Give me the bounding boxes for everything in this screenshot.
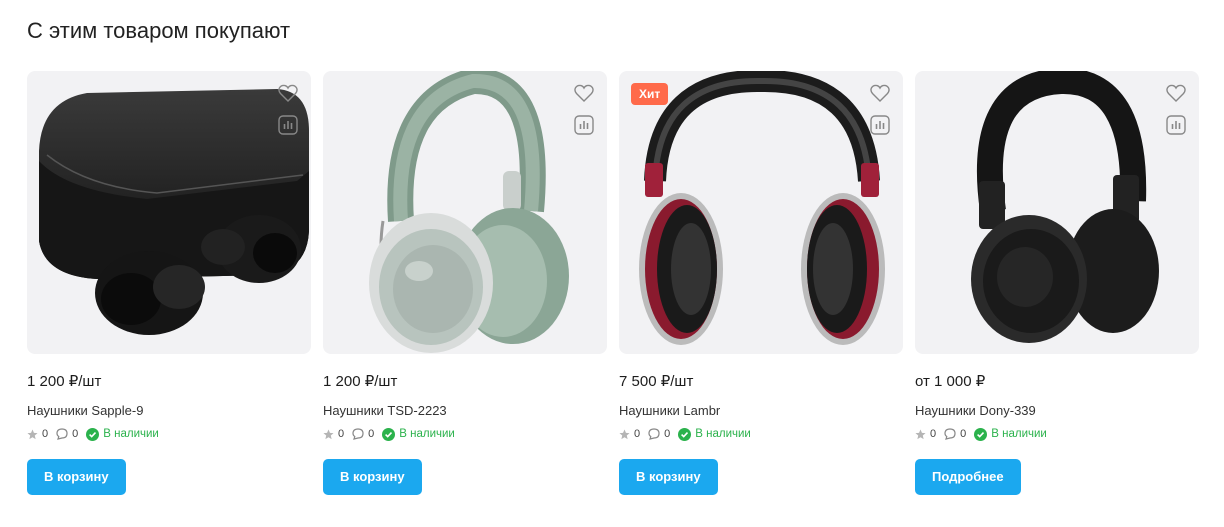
- comment-icon: [352, 428, 364, 440]
- product-image[interactable]: [323, 71, 607, 354]
- rating-value: 0: [42, 428, 49, 440]
- product-name[interactable]: Наушники Sapple-9: [27, 403, 311, 419]
- details-button[interactable]: Подробнее: [915, 459, 1021, 495]
- product-card: от 1 000 ₽ Наушники Dony-339 0 0 В налич…: [915, 71, 1199, 495]
- stock-status: В наличии: [382, 427, 455, 441]
- compare-icon[interactable]: [277, 114, 299, 136]
- rating: 0: [27, 428, 48, 440]
- add-to-cart-button[interactable]: В корзину: [323, 459, 422, 495]
- star-icon: [27, 428, 38, 439]
- product-meta: 0 0 В наличии: [27, 427, 311, 441]
- product-name[interactable]: Наушники TSD-2223: [323, 403, 607, 419]
- product-name[interactable]: Наушники Dony-339: [915, 403, 1199, 419]
- stock-status: В наличии: [678, 427, 751, 441]
- product-card: 1 200 ₽/шт Наушники TSD-2223 0 0 В налич…: [323, 71, 607, 495]
- check-circle-icon: [382, 427, 396, 441]
- reviews: 0: [352, 428, 374, 440]
- star-icon: [323, 428, 334, 439]
- comment-icon: [56, 428, 68, 440]
- reviews: 0: [944, 428, 966, 440]
- product-meta: 0 0 В наличии: [915, 427, 1199, 441]
- comment-icon: [648, 428, 660, 440]
- rating-value: 0: [930, 428, 937, 440]
- add-to-cart-button[interactable]: В корзину: [27, 459, 126, 495]
- section-title: С этим товаром покупают: [27, 18, 291, 43]
- headphones-image: [369, 71, 569, 353]
- comment-icon: [944, 428, 956, 440]
- product-list: 1 200 ₽/шт Наушники Sapple-9 0 0 В налич…: [27, 71, 1199, 495]
- product-image[interactable]: [27, 71, 311, 354]
- product-image[interactable]: [915, 71, 1199, 354]
- headphones-image: [639, 71, 885, 345]
- rating: 0: [619, 428, 640, 440]
- rating-value: 0: [338, 428, 345, 440]
- star-icon: [915, 428, 926, 439]
- star-icon: [619, 428, 630, 439]
- product-card: 1 200 ₽/шт Наушники Sapple-9 0 0 В налич…: [27, 71, 311, 495]
- heart-icon[interactable]: [573, 82, 595, 104]
- heart-icon[interactable]: [277, 82, 299, 104]
- reviews-count: 0: [664, 428, 671, 440]
- rating-value: 0: [634, 428, 641, 440]
- product-meta: 0 0 В наличии: [619, 427, 903, 441]
- stock-status: В наличии: [974, 427, 1047, 441]
- product-price: 1 200 ₽/шт: [27, 373, 102, 390]
- reviews: 0: [648, 428, 670, 440]
- product-meta: 0 0 В наличии: [323, 427, 607, 441]
- earbuds-image: [39, 89, 309, 335]
- stock-status: В наличии: [86, 427, 159, 441]
- check-circle-icon: [974, 427, 988, 441]
- reviews-count: 0: [72, 428, 79, 440]
- compare-icon[interactable]: [573, 114, 595, 136]
- add-to-cart-button[interactable]: В корзину: [619, 459, 718, 495]
- product-price: от 1 000 ₽: [915, 373, 986, 390]
- rating: 0: [323, 428, 344, 440]
- reviews-count: 0: [368, 428, 375, 440]
- check-circle-icon: [86, 427, 100, 441]
- compare-icon[interactable]: [1165, 114, 1187, 136]
- product-price: 1 200 ₽/шт: [323, 373, 398, 390]
- product-image[interactable]: Хит: [619, 71, 903, 354]
- heart-icon[interactable]: [869, 82, 891, 104]
- headphones-image: [971, 71, 1159, 343]
- check-circle-icon: [678, 427, 692, 441]
- product-card: Хит 7 500 ₽/шт Наушники Lambr 0 0 В нали…: [619, 71, 903, 495]
- rating: 0: [915, 428, 936, 440]
- heart-icon[interactable]: [1165, 82, 1187, 104]
- hit-badge: Хит: [631, 83, 669, 105]
- reviews: 0: [56, 428, 78, 440]
- compare-icon[interactable]: [869, 114, 891, 136]
- product-name[interactable]: Наушники Lambr: [619, 403, 903, 419]
- product-price: 7 500 ₽/шт: [619, 373, 694, 390]
- reviews-count: 0: [960, 428, 967, 440]
